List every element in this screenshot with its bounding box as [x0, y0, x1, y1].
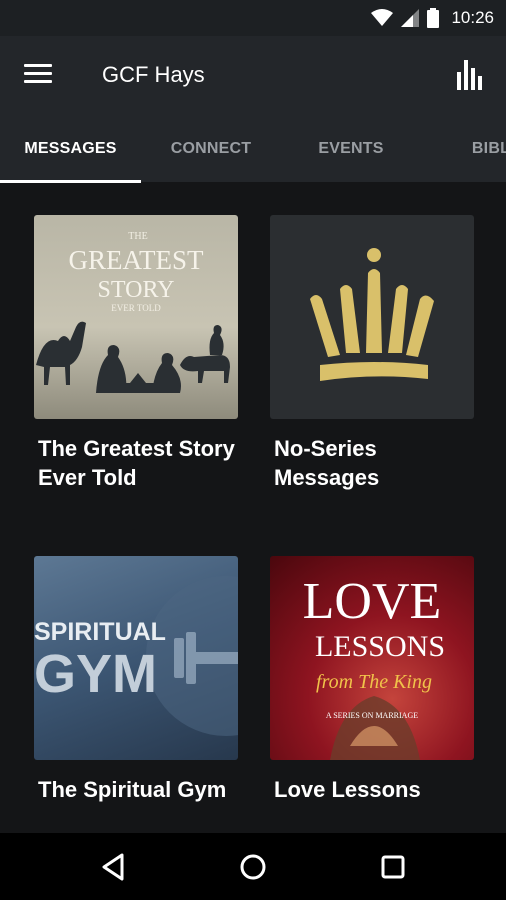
status-icons: 10:26 — [371, 6, 494, 30]
art-line-gym: GYM — [34, 644, 157, 704]
tab-bar: MESSAGES CONNECT EVENTS BIBL — [0, 116, 506, 182]
series-grid: THE GREATEST STORY EVER TOLD The Greates… — [0, 183, 506, 833]
series-title: Love Lessons — [274, 777, 421, 802]
art-line-spiritual: SPIRITUAL — [34, 618, 166, 646]
recents-square-icon[interactable] — [377, 851, 409, 883]
series-card-love-lessons[interactable]: LOVE LESSONS from The King A SERIES ON M… — [270, 556, 474, 804]
series-title: No-Series Messages — [274, 436, 380, 490]
signal-icon — [401, 9, 420, 27]
tab-messages[interactable]: MESSAGES — [0, 116, 141, 182]
series-thumbnail: THE GREATEST STORY EVER TOLD — [34, 215, 238, 419]
battery-icon — [427, 8, 440, 28]
art-line-from-the-king: from The King — [316, 671, 432, 693]
series-thumbnail — [270, 215, 474, 419]
tab-bible[interactable]: BIBL — [421, 116, 506, 182]
tab-events[interactable]: EVENTS — [281, 116, 421, 182]
tab-connect[interactable]: CONNECT — [141, 116, 281, 182]
wifi-icon — [371, 9, 394, 26]
back-triangle-icon[interactable] — [98, 851, 130, 883]
series-title: The Spiritual Gym — [38, 777, 227, 802]
status-bar: 10:26 — [0, 0, 506, 36]
art-line-story: STORY — [98, 277, 175, 303]
bar-chart-icon[interactable] — [456, 58, 486, 92]
series-title: The Greatest Story Ever Told — [38, 436, 235, 490]
art-line-lessons: LESSONS — [315, 630, 445, 663]
art-line-the: THE — [128, 231, 147, 242]
home-circle-icon[interactable] — [237, 851, 269, 883]
system-nav-bar — [0, 833, 506, 900]
series-card-greatest-story[interactable]: THE GREATEST STORY EVER TOLD The Greates… — [34, 215, 238, 492]
art-line-series-on-marriage: A SERIES ON MARRIAGE — [326, 711, 418, 720]
art-line-love: LOVE — [303, 573, 442, 630]
art-line-ever-told: EVER TOLD — [111, 303, 161, 313]
series-card-spiritual-gym[interactable]: SPIRITUAL GYM The Spiritual Gym — [34, 556, 238, 804]
status-time: 10:26 — [451, 8, 494, 27]
series-card-no-series[interactable]: No-Series Messages — [270, 215, 474, 492]
series-thumbnail: LOVE LESSONS from The King A SERIES ON M… — [270, 556, 474, 760]
art-line-greatest: GREATEST — [69, 245, 205, 275]
series-thumbnail: SPIRITUAL GYM — [34, 556, 238, 760]
app-bar: GCF Hays — [0, 36, 506, 116]
crown-icon — [310, 248, 434, 381]
app-title: GCF Hays — [102, 62, 205, 87]
hamburger-menu-icon[interactable] — [24, 64, 52, 88]
